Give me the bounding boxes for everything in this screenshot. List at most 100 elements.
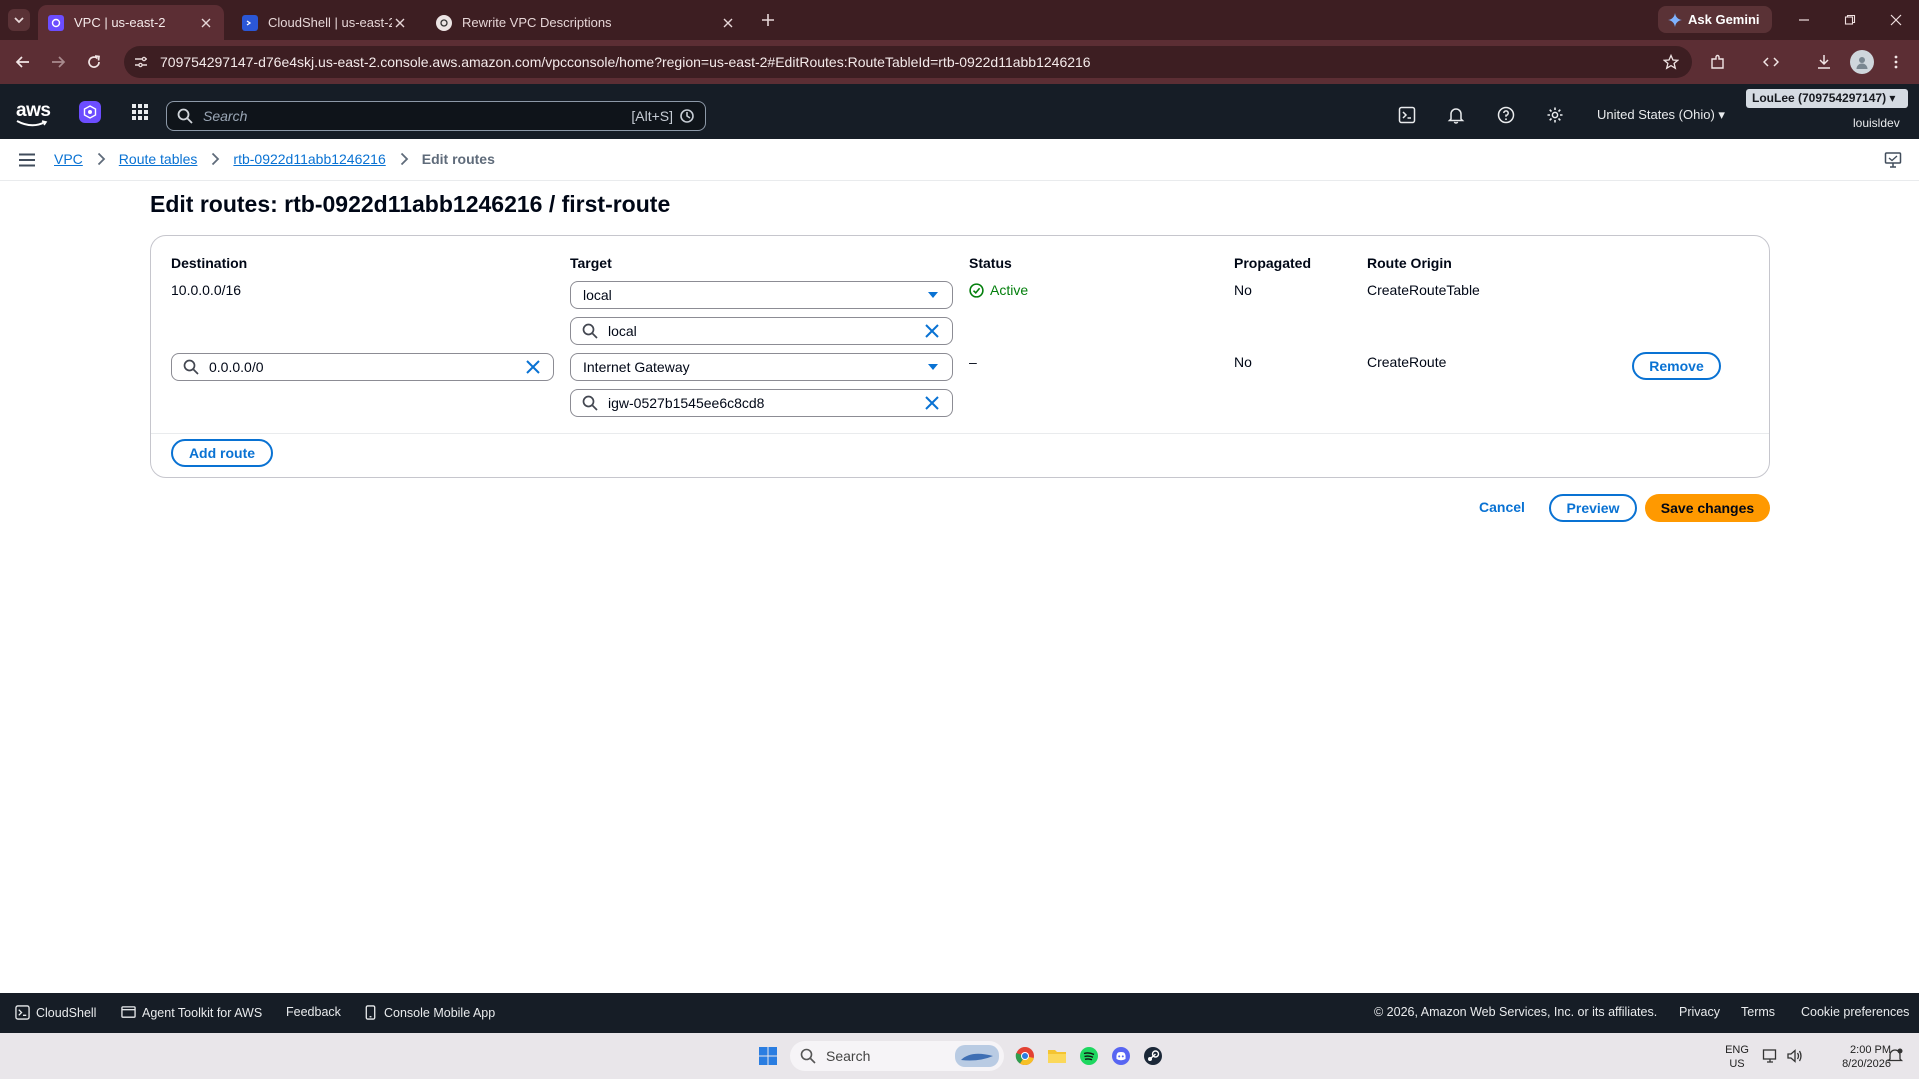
help-question-icon[interactable] [1496,105,1516,125]
card-divider [151,433,1769,434]
footer-terms[interactable]: Terms [1741,1005,1775,1019]
input-value: local [608,323,637,339]
browser-tab-chatgpt[interactable]: Rewrite VPC Descriptions [426,5,746,40]
close-tab-icon[interactable] [392,15,408,31]
breadcrumb-bar: VPC Route tables rtb-0922d11abb1246216 E… [0,139,1919,181]
spotify-app-icon[interactable] [1078,1045,1100,1067]
taskbar-search-label: Search [826,1048,871,1064]
bookmark-star-icon[interactable] [1660,51,1682,73]
region-selector[interactable]: United States (Ohio) ▾ [1597,107,1725,123]
route-2-propagated: No [1234,354,1252,370]
cloudshell-icon [15,1005,30,1020]
clear-x-icon[interactable] [525,359,541,375]
footer-mobile-app[interactable]: Console Mobile App [363,1005,495,1020]
ask-gemini-button[interactable]: Ask Gemini [1658,6,1772,33]
select-value: local [583,287,612,303]
chrome-app-icon[interactable] [1014,1045,1036,1067]
breadcrumb: VPC Route tables rtb-0922d11abb1246216 E… [54,151,495,167]
volume-icon[interactable] [1786,1047,1804,1065]
search-shortcut-hint: [Alt+S] [631,108,673,124]
close-tab-icon[interactable] [720,15,736,31]
notification-center-icon[interactable] [1886,1047,1904,1065]
route-1-target-type-select[interactable]: local [570,281,953,309]
aws-console-header: aws Search [Alt+S] United States (Ohio) … [0,84,1919,139]
footer-feedback[interactable]: Feedback [286,1005,341,1019]
caret-down-icon [928,364,938,370]
browser-tab-vpc[interactable]: VPC | us-east-2 [38,5,224,40]
aws-logo[interactable]: aws [16,100,51,127]
account-menu[interactable]: LouLee (709754297147) ▾ [1746,89,1908,108]
language-top: ENG [1725,1044,1749,1056]
discord-app-icon[interactable] [1110,1045,1132,1067]
search-icon [800,1048,816,1064]
page-title: Edit routes: rtb-0922d11abb1246216 / fir… [150,191,671,217]
extensions-puzzle-icon[interactable] [1707,51,1729,73]
file-explorer-icon[interactable] [1046,1045,1068,1067]
footer-cookie-preferences[interactable]: Cookie preferences [1801,1005,1909,1019]
browser-tab-cloudshell[interactable]: CloudShell | us-east-2 [232,5,418,40]
route-2-origin: CreateRoute [1367,354,1447,370]
route-1-origin: CreateRouteTable [1367,282,1480,298]
console-search-input[interactable]: Search [Alt+S] [166,101,706,131]
widget-icon[interactable] [955,1045,999,1067]
breadcrumb-route-tables[interactable]: Route tables [119,151,198,167]
vpc-service-icon[interactable] [79,101,101,123]
cloudshell-icon[interactable] [1397,105,1417,125]
back-arrow-icon[interactable] [12,51,34,73]
network-icon[interactable] [1762,1047,1780,1065]
aws-smile-icon [16,120,48,127]
devtools-code-icon[interactable] [1760,51,1782,73]
minimize-window-icon[interactable] [1792,8,1816,32]
cancel-button[interactable]: Cancel [1479,499,1525,515]
browser-menu-icon[interactable] [1885,51,1907,73]
close-window-icon[interactable] [1884,8,1908,32]
save-changes-button[interactable]: Save changes [1645,494,1770,522]
settings-gear-icon[interactable] [1545,105,1565,125]
windows-start-icon[interactable] [759,1047,777,1065]
search-icon [582,395,598,411]
input-value: 0.0.0.0/0 [209,359,264,375]
route-1-target-search-input[interactable]: local [570,317,953,345]
column-header-target: Target [570,255,612,271]
new-tab-plus-icon[interactable] [758,10,778,30]
display-preferences-icon[interactable] [1884,151,1902,169]
route-2-destination-input[interactable]: 0.0.0.0/0 [171,353,554,381]
clear-x-icon[interactable] [924,323,940,339]
footer-copyright: © 2026, Amazon Web Services, Inc. or its… [1374,1005,1658,1019]
footer-agent-toolkit[interactable]: Agent Toolkit for AWS [121,1005,262,1020]
input-value: igw-0527b1545ee6c8cd8 [608,395,765,411]
forward-arrow-icon[interactable] [47,51,69,73]
steam-app-icon[interactable] [1142,1045,1164,1067]
route-2-status: – [969,354,977,370]
footer-cloudshell[interactable]: CloudShell [15,1005,96,1020]
route-1-destination: 10.0.0.0/16 [171,282,242,298]
restore-window-icon[interactable] [1838,8,1862,32]
preview-button[interactable]: Preview [1549,494,1637,522]
vpc-favicon-icon [48,14,64,31]
address-bar[interactable]: 709754297147-d76e4skj.us-east-2.console.… [124,46,1692,78]
clock-time: 2:00 PM [1850,1044,1891,1056]
download-icon[interactable] [1813,51,1835,73]
route-2-target-type-select[interactable]: Internet Gateway [570,353,953,381]
side-nav-menu-icon[interactable] [18,151,36,169]
language-indicator[interactable]: ENG US [1720,1043,1754,1071]
close-tab-icon[interactable] [198,15,214,31]
route-2-target-search-input[interactable]: igw-0527b1545ee6c8cd8 [570,389,953,417]
site-settings-icon[interactable] [130,51,152,73]
status-text: Active [990,282,1029,298]
browser-toolbar: 709754297147-d76e4skj.us-east-2.console.… [0,40,1919,84]
footer-privacy[interactable]: Privacy [1679,1005,1720,1019]
breadcrumb-vpc[interactable]: VPC [54,151,83,167]
reload-icon[interactable] [83,51,105,73]
services-grid-icon[interactable] [131,103,149,121]
footer-agent-toolkit-label: Agent Toolkit for AWS [142,1005,263,1020]
clear-x-icon[interactable] [924,395,940,411]
notifications-bell-icon[interactable] [1446,105,1466,125]
mobile-phone-icon [365,1005,376,1020]
remove-route-button[interactable]: Remove [1632,352,1721,380]
breadcrumb-route-table-id[interactable]: rtb-0922d11abb1246216 [233,151,385,167]
profile-avatar[interactable] [1850,50,1874,74]
clock[interactable]: 2:00 PM 8/20/2026 [1815,1043,1891,1071]
tab-search-button[interactable] [8,9,30,31]
add-route-button[interactable]: Add route [171,439,273,467]
